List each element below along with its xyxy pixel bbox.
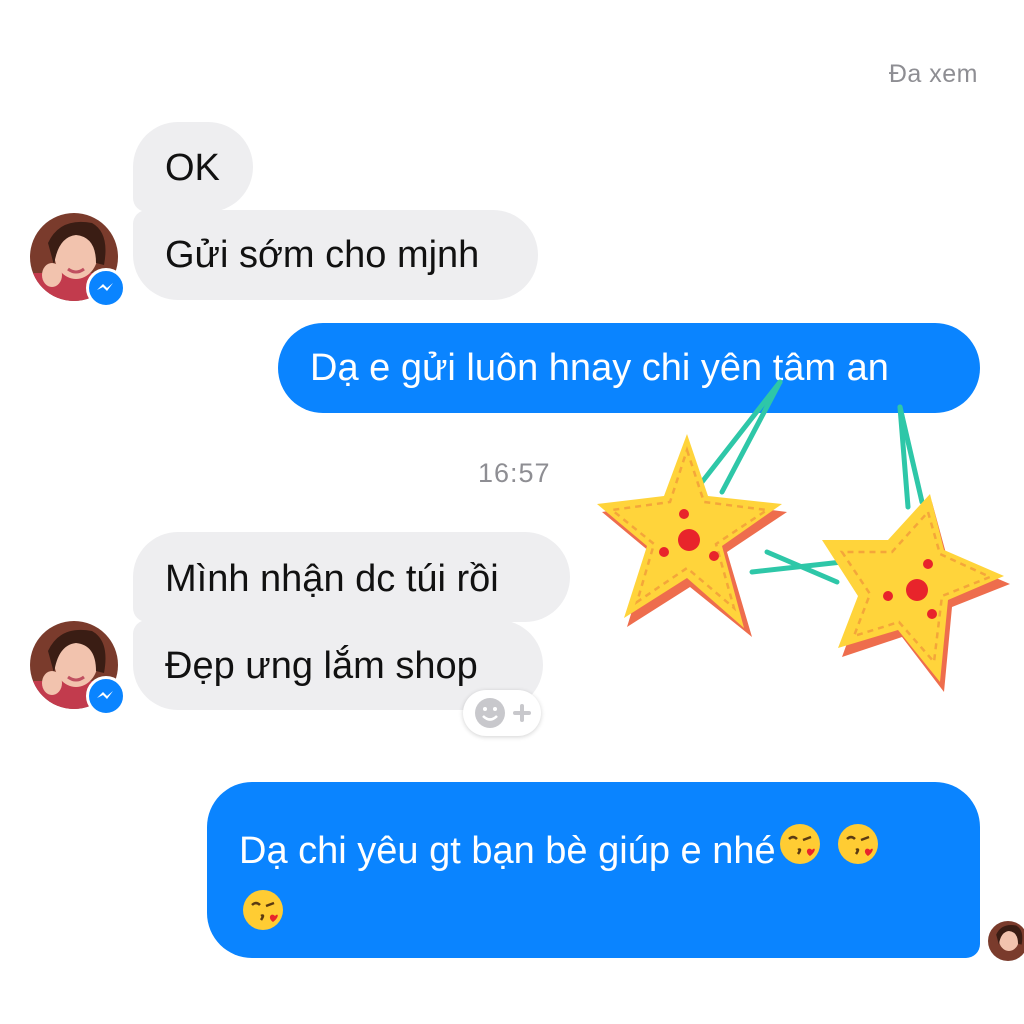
message-text: Dạ chi yêu gt bạn bè giúp e nhé (239, 829, 776, 872)
starfish-sticker[interactable] (592, 372, 1017, 712)
smiley-plus-icon (475, 698, 531, 728)
incoming-message[interactable]: Mình nhận dc túi rồi (133, 532, 570, 622)
avatar-image (988, 921, 1024, 961)
message-timestamp: 16:57 (478, 458, 551, 488)
seen-status: Đa xem (888, 60, 978, 88)
messenger-icon (86, 676, 126, 716)
incoming-message[interactable]: Gửi sớm cho mjnh (133, 210, 538, 300)
cropped-area (0, 958, 1024, 1024)
incoming-message[interactable]: OK (133, 122, 253, 212)
messenger-icon (86, 268, 126, 308)
face-blowing-kiss-emoji (834, 820, 882, 886)
face-blowing-kiss-emoji (239, 886, 287, 952)
outgoing-message[interactable]: Dạ chi yêu gt bạn bè giúp e nhé (207, 782, 980, 958)
seen-avatar (988, 921, 1024, 961)
add-reaction-button[interactable] (463, 690, 541, 736)
face-blowing-kiss-emoji (776, 820, 824, 886)
